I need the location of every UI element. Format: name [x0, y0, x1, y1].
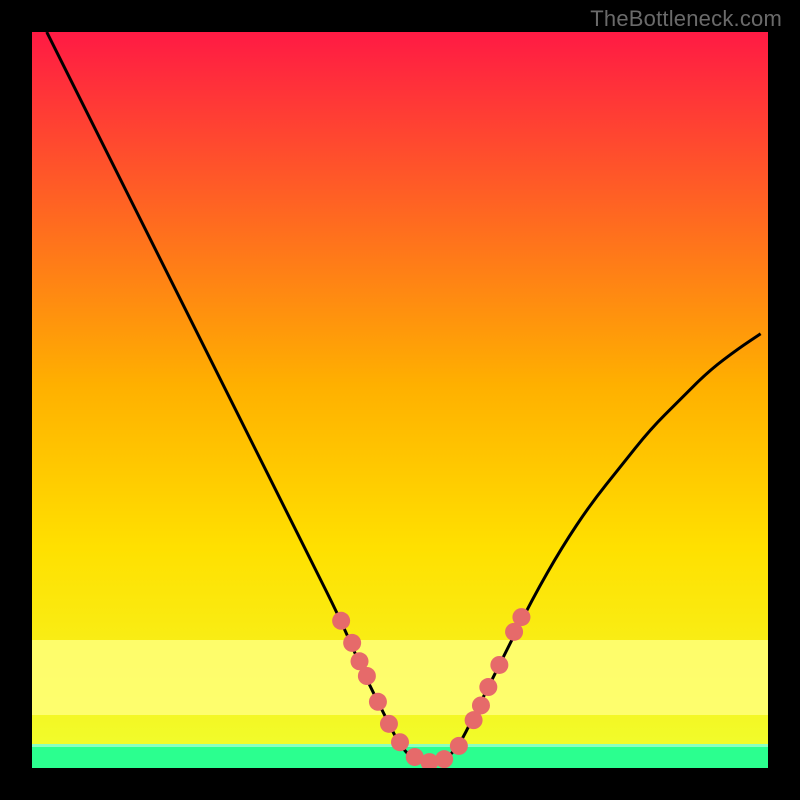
- marker-dot: [391, 733, 409, 751]
- marker-dot: [358, 667, 376, 685]
- marker-dot: [450, 737, 468, 755]
- marker-dot: [435, 750, 453, 768]
- highlight-band: [32, 640, 768, 715]
- marker-dot: [343, 634, 361, 652]
- bottleneck-chart: [0, 0, 800, 800]
- marker-dot: [490, 656, 508, 674]
- marker-dot: [512, 608, 530, 626]
- marker-dot: [472, 696, 490, 714]
- marker-dot: [369, 693, 387, 711]
- marker-dot: [479, 678, 497, 696]
- marker-dot: [380, 715, 398, 733]
- marker-dot: [332, 612, 350, 630]
- chart-container: TheBottleneck.com { "watermark": "TheBot…: [0, 0, 800, 800]
- watermark: TheBottleneck.com: [590, 6, 782, 32]
